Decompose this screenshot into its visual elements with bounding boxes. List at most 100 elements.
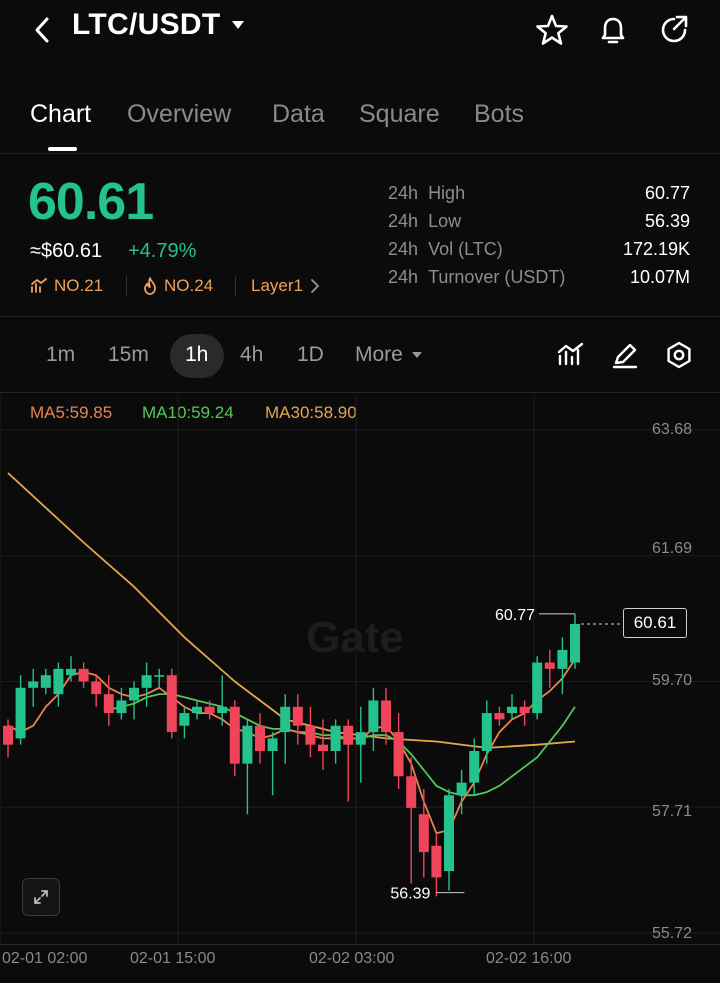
candle-body	[154, 675, 165, 677]
candle	[305, 706, 316, 758]
candle	[431, 833, 442, 897]
tag-separator	[235, 276, 236, 296]
x-tick: 02-01 02:00	[2, 950, 88, 967]
candle	[343, 719, 354, 802]
interval-1h[interactable]: 1h	[185, 343, 208, 367]
candle	[355, 706, 366, 783]
rank-tag-hot[interactable]: NO.24	[142, 276, 213, 296]
candle-body	[368, 700, 379, 733]
candle-body	[355, 732, 366, 745]
tab-chart[interactable]: Chart	[30, 100, 91, 129]
candle-body	[406, 776, 417, 808]
candle-body	[166, 675, 177, 733]
pair-selector[interactable]: LTC/USDT	[72, 8, 245, 42]
candle	[103, 675, 114, 726]
section-divider	[0, 316, 720, 317]
x-tick: 02-02 03:00	[309, 950, 395, 967]
candle-body	[519, 706, 530, 714]
stat-low-label: 24h Low	[388, 211, 462, 231]
price-change: +4.79%	[128, 240, 197, 262]
chevron-left-icon	[35, 17, 49, 43]
candle	[532, 656, 543, 720]
candle	[570, 613, 580, 669]
interval-15m[interactable]: 15m	[108, 343, 149, 367]
candle-body	[393, 732, 404, 777]
stat-volume-value: 172.19K	[622, 239, 690, 259]
category-tag[interactable]: Layer1	[251, 276, 321, 296]
candle	[141, 662, 152, 707]
indicator-button[interactable]	[556, 340, 586, 370]
y-tick: 59.70	[651, 672, 692, 689]
expand-icon	[34, 890, 48, 904]
candle-body	[255, 725, 265, 752]
candle	[78, 662, 89, 688]
hot-tag-label: NO.24	[164, 276, 214, 295]
draw-button[interactable]	[610, 340, 640, 370]
tab-data[interactable]: Data	[272, 100, 325, 129]
alert-button[interactable]	[593, 10, 633, 50]
flame-icon	[144, 277, 156, 295]
candle-body	[78, 668, 89, 682]
tab-bots[interactable]: Bots	[474, 100, 524, 129]
y-tick: 61.69	[651, 540, 692, 557]
candle-body	[66, 668, 76, 676]
candle-body	[3, 725, 13, 745]
candle	[255, 713, 265, 764]
interval-more[interactable]: More	[355, 343, 423, 367]
stat-turnover-label: 24h Turnover (USDT)	[388, 267, 566, 287]
fullscreen-button[interactable]	[22, 878, 60, 916]
tab-overview[interactable]: Overview	[127, 100, 231, 129]
y-tick: 55.72	[651, 925, 692, 942]
candle	[53, 662, 64, 707]
category-tag-label: Layer1	[251, 276, 303, 295]
indicator-icon	[557, 342, 584, 366]
candle-body	[229, 706, 240, 764]
interval-1d[interactable]: 1D	[297, 343, 324, 367]
candle-body	[192, 706, 202, 714]
candle	[393, 713, 404, 789]
interval-4h[interactable]: 4h	[240, 343, 263, 367]
x-tick: 02-02 16:00	[486, 950, 572, 967]
candle	[3, 719, 13, 758]
candle-body	[343, 725, 354, 745]
interval-1m[interactable]: 1m	[46, 343, 75, 367]
candle	[418, 788, 429, 878]
candle	[15, 675, 26, 745]
candle-body	[431, 845, 442, 878]
candle-body	[292, 706, 303, 726]
candlestick-chart[interactable]: Gate 60.77 56.39	[0, 392, 720, 944]
candle-body	[532, 662, 543, 714]
stat-low-value: 56.39	[644, 211, 690, 231]
candle	[406, 757, 417, 884]
back-button[interactable]	[22, 10, 62, 50]
candle-body	[318, 744, 328, 752]
candle-body	[444, 795, 454, 872]
candle-body	[381, 700, 391, 733]
share-button[interactable]	[654, 10, 694, 50]
ma10-line	[108, 693, 576, 797]
x-axis-line	[0, 944, 720, 945]
candle	[507, 694, 517, 720]
candle-body	[91, 681, 102, 695]
tabs-divider	[0, 153, 720, 154]
current-price-tag: 60.61	[623, 608, 687, 638]
candle	[40, 668, 51, 695]
stat-high-label: 24h High	[388, 183, 466, 203]
candle	[66, 656, 76, 682]
candle-body	[570, 623, 580, 663]
candle	[242, 719, 253, 815]
chart-settings-button[interactable]	[664, 340, 694, 370]
star-icon	[536, 14, 568, 45]
candle	[494, 706, 505, 726]
rank-tag-market[interactable]: NO.21	[30, 276, 103, 296]
candle-body	[267, 738, 278, 752]
tab-square[interactable]: Square	[359, 100, 440, 129]
stat-turnover-value: 10.07M	[629, 267, 690, 287]
tag-separator	[126, 276, 127, 296]
candle-body	[179, 713, 190, 726]
interval-more-label: More	[355, 343, 403, 366]
candle-body	[53, 668, 64, 695]
favorite-button[interactable]	[532, 10, 572, 50]
candle	[179, 706, 190, 739]
candle	[267, 732, 278, 796]
